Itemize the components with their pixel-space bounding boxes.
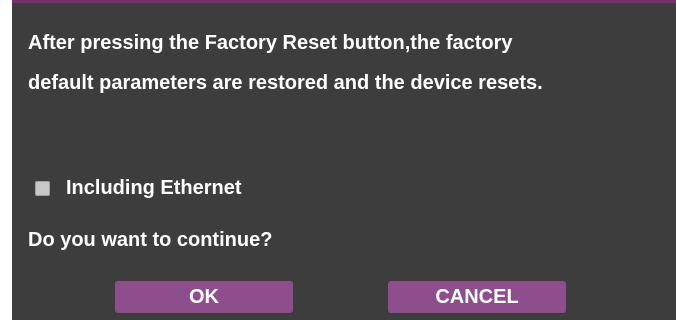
cancel-button[interactable]: CANCEL: [388, 281, 566, 313]
ok-button[interactable]: OK: [115, 281, 293, 313]
including-ethernet-checkbox[interactable]: [35, 180, 50, 196]
dialog-message: After pressing the Factory Reset button,…: [28, 23, 668, 103]
message-line-1: After pressing the Factory Reset button,…: [28, 32, 513, 54]
factory-reset-dialog: After pressing the Factory Reset button,…: [12, 0, 676, 320]
confirm-question: Do you want to continue?: [28, 229, 273, 251]
including-ethernet-label[interactable]: Including Ethernet: [66, 177, 242, 200]
including-ethernet-option[interactable]: Including Ethernet: [35, 176, 242, 200]
message-line-2: default parameters are restored and the …: [28, 72, 543, 94]
